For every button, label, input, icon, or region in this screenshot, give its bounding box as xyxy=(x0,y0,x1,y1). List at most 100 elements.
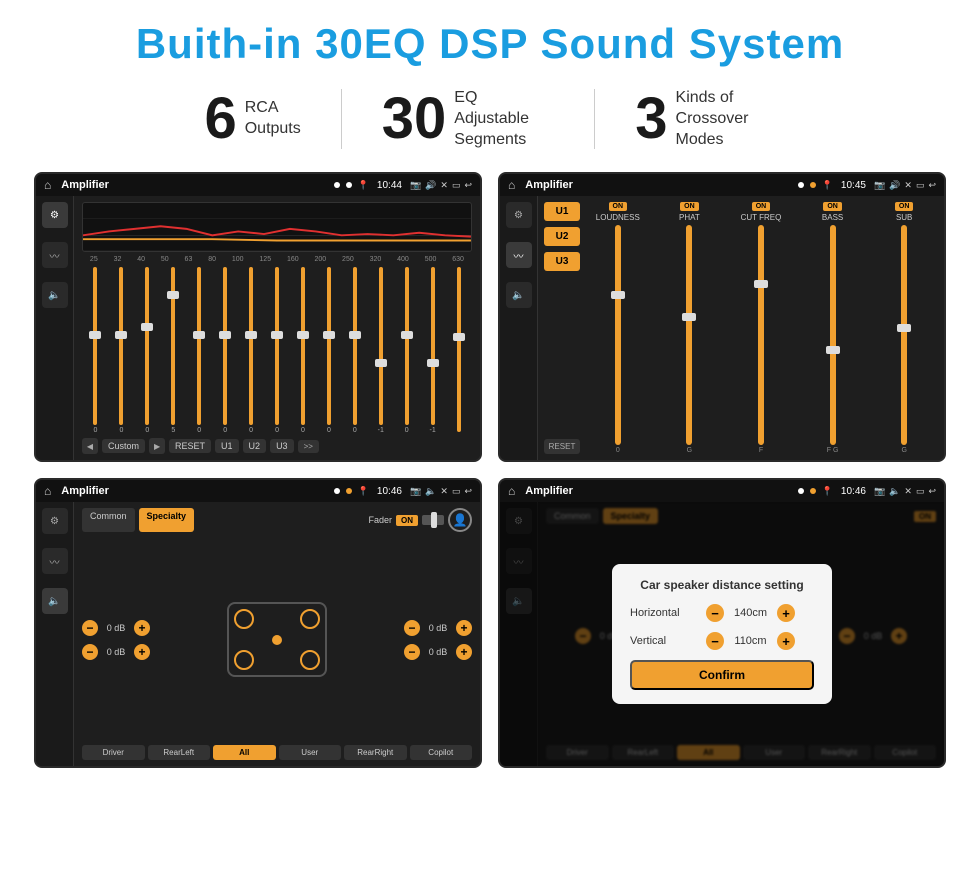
ch-loudness-track[interactable] xyxy=(615,225,621,445)
fader-speaker-layout: − 0 dB + − 0 dB + xyxy=(82,538,472,741)
fader-slider-mini[interactable] xyxy=(422,515,444,525)
crossover-u2-btn[interactable]: U2 xyxy=(544,227,580,246)
dialog-horizontal-plus[interactable]: + xyxy=(777,604,795,622)
eq-track-8[interactable] xyxy=(301,267,305,425)
crossover-sidebar-wave-btn[interactable]: 〰 xyxy=(506,242,532,268)
fader-user-btn[interactable]: User xyxy=(279,745,342,760)
fader-db-minus-3[interactable]: − xyxy=(404,620,420,636)
fader-db-plus-4[interactable]: + xyxy=(456,644,472,660)
eq-track-3[interactable] xyxy=(171,267,175,425)
eq-track-12[interactable] xyxy=(405,267,409,425)
eq-thumb-11[interactable] xyxy=(375,359,387,367)
eq-thumb-10[interactable] xyxy=(349,331,361,339)
ch-loudness-on[interactable]: ON xyxy=(609,202,628,211)
ch-loudness-thumb[interactable] xyxy=(611,291,625,299)
fader-db-minus-2[interactable]: − xyxy=(82,644,98,660)
eq-slider-0: 0 xyxy=(84,267,107,434)
fader-top-tabs: Common Specialty Fader ON 👤 xyxy=(82,508,472,532)
eq-thumb-13[interactable] xyxy=(427,359,439,367)
ch-sub-thumb[interactable] xyxy=(897,324,911,332)
fader-on-badge[interactable]: ON xyxy=(396,515,418,526)
fader-common-tab[interactable]: Common xyxy=(82,508,135,532)
ch-phat-thumb[interactable] xyxy=(682,313,696,321)
eq-next-btn[interactable]: ▶ xyxy=(149,438,165,454)
eq-more-btn[interactable]: >> xyxy=(298,440,319,453)
eq-thumb-0[interactable] xyxy=(89,331,101,339)
eq-thumb-7[interactable] xyxy=(271,331,283,339)
eq-slider-8: 0 xyxy=(292,267,315,434)
eq-track-13[interactable] xyxy=(431,267,435,425)
eq-track-2[interactable] xyxy=(145,267,149,425)
eq-sidebar-eq-btn[interactable]: ⚙ xyxy=(42,202,68,228)
ch-bass-on[interactable]: ON xyxy=(823,202,842,211)
fader-mini-thumb[interactable] xyxy=(431,512,437,528)
ch-bass-thumb[interactable] xyxy=(826,346,840,354)
eq-track-10[interactable] xyxy=(353,267,357,425)
fader-db-minus-4[interactable]: − xyxy=(404,644,420,660)
fader-all-btn[interactable]: All xyxy=(213,745,276,760)
eq-sidebar-speaker-btn[interactable]: 🔈 xyxy=(42,282,68,308)
ch-loudness-slider xyxy=(584,225,652,445)
fader-rearleft-btn[interactable]: RearLeft xyxy=(148,745,211,760)
crossover-screen-card: ⌂ Amplifier 📍 10:45 📷 🔊 ✕ ▭ ↩ ⚙ 〰 🔈 xyxy=(498,172,946,462)
eq-u1-btn[interactable]: U1 xyxy=(215,439,239,453)
dialog-confirm-btn[interactable]: Confirm xyxy=(630,660,814,690)
ch-phat-track[interactable] xyxy=(686,225,692,445)
eq-track-9[interactable] xyxy=(327,267,331,425)
eq-track-5[interactable] xyxy=(223,267,227,425)
crossover-reset-btn[interactable]: RESET xyxy=(544,439,580,454)
distance-cam-icon: 📷 xyxy=(874,486,885,497)
ch-cutfreq-track[interactable] xyxy=(758,225,764,445)
distance-screen-card: ⌂ Amplifier 📍 10:46 📷 🔈 ✕ ▭ ↩ ⚙ 〰 🔈 xyxy=(498,478,946,768)
dialog-vertical-plus[interactable]: + xyxy=(777,632,795,650)
ch-sub-on[interactable]: ON xyxy=(895,202,914,211)
eq-thumb-5[interactable] xyxy=(219,331,231,339)
dialog-vertical-minus[interactable]: − xyxy=(706,632,724,650)
eq-thumb-9[interactable] xyxy=(323,331,335,339)
ch-sub-track[interactable] xyxy=(901,225,907,445)
fader-db-minus-1[interactable]: − xyxy=(82,620,98,636)
eq-thumb-14[interactable] xyxy=(453,333,465,341)
eq-u3-btn[interactable]: U3 xyxy=(270,439,294,453)
eq-thumb-6[interactable] xyxy=(245,331,257,339)
eq-track-0[interactable] xyxy=(93,267,97,425)
dialog-horizontal-minus[interactable]: − xyxy=(706,604,724,622)
eq-track-14[interactable] xyxy=(457,267,461,432)
eq-thumb-4[interactable] xyxy=(193,331,205,339)
eq-track-6[interactable] xyxy=(249,267,253,425)
fader-sidebar-speaker-btn[interactable]: 🔈 xyxy=(42,588,68,614)
crossover-app-name: Amplifier xyxy=(525,179,573,191)
ch-cutfreq-thumb[interactable] xyxy=(754,280,768,288)
fader-db-plus-2[interactable]: + xyxy=(134,644,150,660)
ch-cutfreq-on[interactable]: ON xyxy=(752,202,771,211)
eq-thumb-12[interactable] xyxy=(401,331,413,339)
fader-sidebar-eq-btn[interactable]: ⚙ xyxy=(42,508,68,534)
eq-u2-btn[interactable]: U2 xyxy=(243,439,267,453)
eq-track-7[interactable] xyxy=(275,267,279,425)
eq-sidebar-wave-btn[interactable]: 〰 xyxy=(42,242,68,268)
eq-track-1[interactable] xyxy=(119,267,123,425)
eq-track-11[interactable] xyxy=(379,267,383,425)
eq-thumb-1[interactable] xyxy=(115,331,127,339)
eq-reset-btn[interactable]: RESET xyxy=(169,439,211,453)
fader-driver-btn[interactable]: Driver xyxy=(82,745,145,760)
ch-bass-track[interactable] xyxy=(830,225,836,445)
fader-sidebar-wave-btn[interactable]: 〰 xyxy=(42,548,68,574)
eq-thumb-8[interactable] xyxy=(297,331,309,339)
crossover-u1-btn[interactable]: U1 xyxy=(544,202,580,221)
crossover-sidebar-speaker-btn[interactable]: 🔈 xyxy=(506,282,532,308)
eq-thumb-3[interactable] xyxy=(167,291,179,299)
eq-slider-7: 0 xyxy=(266,267,289,434)
crossover-u3-btn[interactable]: U3 xyxy=(544,252,580,271)
eq-thumb-2[interactable] xyxy=(141,323,153,331)
eq-track-4[interactable] xyxy=(197,267,201,425)
ch-phat-on[interactable]: ON xyxy=(680,202,699,211)
fader-db-plus-3[interactable]: + xyxy=(456,620,472,636)
fader-copilot-btn[interactable]: Copilot xyxy=(410,745,473,760)
eq-prev-btn[interactable]: ◀ xyxy=(82,438,98,454)
fader-specialty-tab[interactable]: Specialty xyxy=(139,508,195,532)
eq-close-icon: ✕ xyxy=(440,180,448,191)
fader-rearright-btn[interactable]: RearRight xyxy=(344,745,407,760)
fader-db-plus-1[interactable]: + xyxy=(134,620,150,636)
crossover-sidebar-eq-btn[interactable]: ⚙ xyxy=(506,202,532,228)
